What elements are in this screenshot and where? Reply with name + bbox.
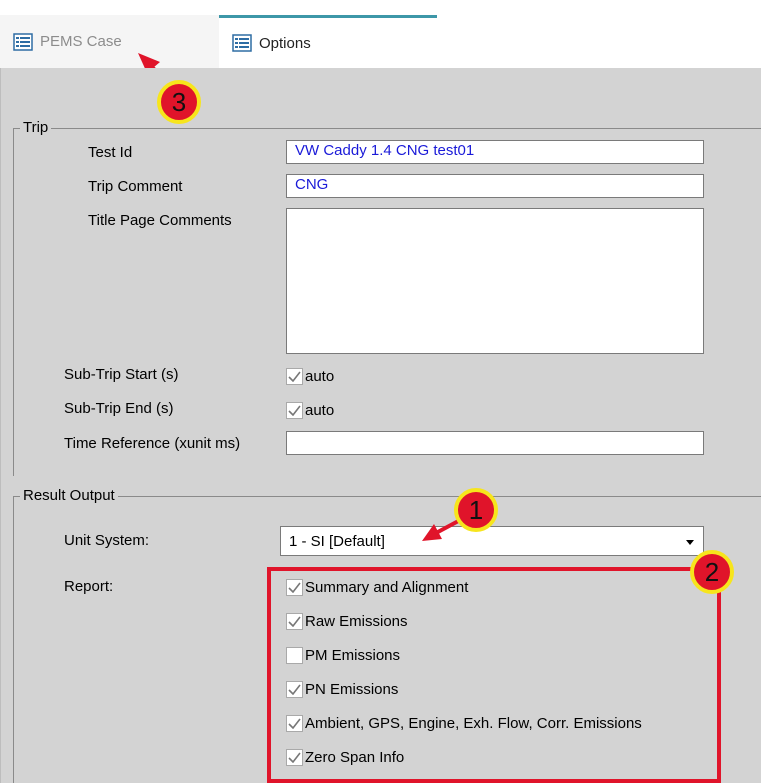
checkbox-box: [286, 402, 303, 419]
sub-trip-start-auto-checkbox[interactable]: auto: [286, 368, 334, 385]
report-label: Report:: [64, 578, 114, 595]
time-reference-input[interactable]: [286, 431, 704, 455]
tab-bar: PEMS Case Options: [0, 0, 761, 68]
annotation-badge-1: 1: [454, 488, 498, 532]
tab-label: Options: [259, 34, 311, 52]
result-output-legend: Result Output: [20, 487, 118, 504]
sub-trip-start-label: Sub-Trip Start (s): [64, 366, 179, 383]
form-icon: [12, 32, 34, 52]
annotation-frame-2: [267, 567, 721, 783]
tab-options[interactable]: Options: [219, 15, 437, 68]
annotation-badge-2: 2: [690, 550, 734, 594]
unit-system-select[interactable]: 1 - SI [Default]: [280, 526, 704, 556]
sub-trip-end-auto-label: auto: [305, 402, 335, 419]
trip-legend: Trip: [20, 119, 52, 136]
time-reference-label: Time Reference (xunit ms): [64, 435, 241, 452]
sub-trip-start-auto-label: auto: [305, 368, 335, 385]
test-id-input[interactable]: VW Caddy 1.4 CNG test01: [286, 140, 704, 164]
tab-label: PEMS Case: [40, 33, 122, 50]
checkbox-box: [286, 368, 303, 385]
trip-comment-input[interactable]: CNG: [286, 174, 704, 198]
test-id-label: Test Id: [88, 144, 133, 161]
unit-system-value: 1 - SI [Default]: [289, 532, 385, 550]
annotation-badge-3: 3: [157, 80, 201, 124]
sub-trip-end-label: Sub-Trip End (s): [64, 400, 174, 417]
title-page-comments-label: Title Page Comments: [88, 212, 232, 229]
chevron-down-icon: [685, 533, 695, 550]
options-panel: Trip Test Id VW Caddy 1.4 CNG test01 Tri…: [0, 68, 761, 783]
title-page-comments-textarea[interactable]: [286, 208, 704, 354]
form-icon: [231, 33, 253, 53]
trip-comment-label: Trip Comment: [88, 178, 183, 195]
unit-system-label: Unit System:: [64, 532, 150, 549]
sub-trip-end-auto-checkbox[interactable]: auto: [286, 402, 334, 419]
